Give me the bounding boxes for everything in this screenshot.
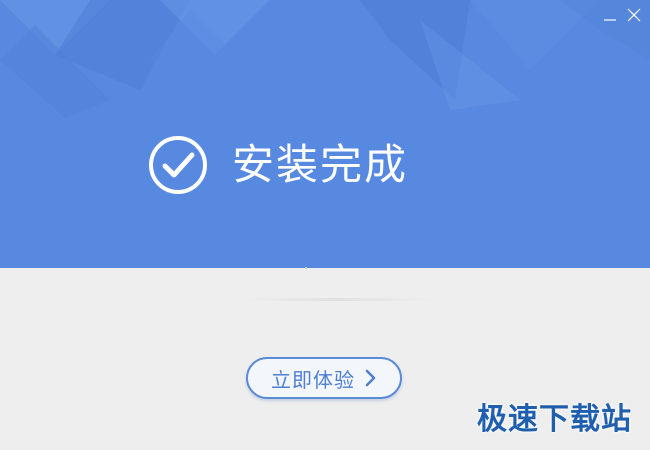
header-banner: 安装完成 [0, 0, 650, 268]
chevron-right-icon [365, 369, 376, 387]
try-now-label: 立即体验 [271, 367, 355, 392]
checkmark-circle-icon [149, 136, 207, 194]
decorative-dot [305, 267, 307, 269]
minimize-button[interactable] [600, 6, 620, 24]
status-row: 安装完成 [148, 134, 408, 196]
divider [240, 298, 435, 301]
close-icon [627, 8, 641, 22]
window-controls [600, 6, 644, 24]
minimize-icon [604, 19, 616, 21]
site-watermark: 极速下载站 [477, 402, 632, 437]
install-complete-title: 安装完成 [232, 140, 409, 189]
close-button[interactable] [624, 6, 644, 24]
try-now-button[interactable]: 立即体验 [246, 357, 402, 399]
